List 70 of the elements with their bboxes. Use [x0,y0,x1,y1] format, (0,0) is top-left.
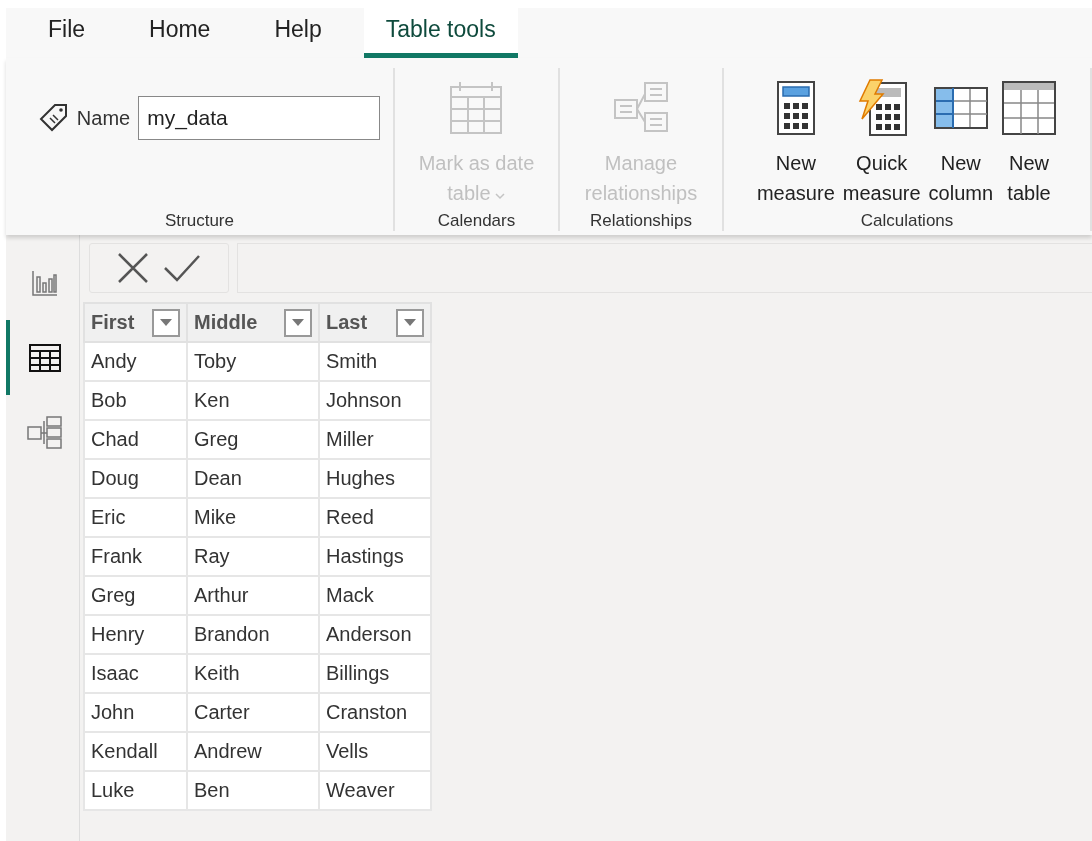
caret-icon [404,319,416,326]
model-icon [26,415,63,450]
table-cell: Ken [187,381,319,420]
table-cell: Anderson [319,615,431,654]
table-cell: Dean [187,459,319,498]
table-cell: Henry [84,615,187,654]
table-icon [28,343,61,372]
table-cell: Johnson [319,381,431,420]
table-cell: Keith [187,654,319,693]
ribbon-button[interactable]: Quick measure [840,78,923,208]
table-cell: Toby [187,342,319,381]
caret-icon [292,319,304,326]
table-cell: Vells [319,732,431,771]
tag-icon [38,103,69,133]
ribbon-tab[interactable]: Table tools [363,8,518,58]
column-icon [932,86,989,130]
table-cell: Mike [187,498,319,537]
table-cell: Greg [187,420,319,459]
close-icon[interactable] [117,252,149,284]
table-cell: Cranston [319,693,431,732]
filter-button[interactable] [152,308,180,337]
table-cell: Ray [187,537,319,576]
table-cell: Greg [84,576,187,615]
table-cell: Luke [84,771,187,810]
ribbon-button[interactable]: New table [999,78,1060,208]
table-cell: Ben [187,771,319,810]
table-cell: Carter [187,693,319,732]
calendar-icon [448,80,505,136]
chevron-down-icon [493,192,506,200]
name-field[interactable]: my_data [138,96,381,140]
group-label: Relationships [589,211,693,231]
table-cell: Kendall [84,732,187,771]
table-cell: Arthur [187,576,319,615]
table-cell: Doug [84,459,187,498]
ribbon-button[interactable]: New measure [754,78,837,208]
column-header[interactable]: First [84,303,187,342]
table-cell: Eric [84,498,187,537]
group-label: Structure [165,211,234,231]
bar-chart-icon [30,268,59,297]
table-cell: Hughes [319,459,431,498]
name-label: Name [76,106,131,130]
group-label: Calculations [860,211,954,231]
table-cell: Mack [319,576,431,615]
table-icon [1001,80,1058,136]
caret-icon [160,319,172,326]
table-cell: Brandon [187,615,319,654]
table-cell: Reed [319,498,431,537]
table-cell: John [84,693,187,732]
table-cell: Hastings [319,537,431,576]
table-cell: Bob [84,381,187,420]
table-cell: Frank [84,537,187,576]
filter-button[interactable] [396,308,424,337]
ribbon-button[interactable]: New column [926,78,996,208]
table-cell: Chad [84,420,187,459]
filter-button[interactable] [284,308,312,337]
group-label: Calendars [437,211,516,231]
table-cell: Miller [319,420,431,459]
table-cell: Weaver [319,771,431,810]
check-icon[interactable] [163,254,201,282]
table-cell: Smith [319,342,431,381]
column-header[interactable]: Last [319,303,431,342]
ribbon-tab[interactable]: File [26,8,108,58]
calculator-icon [775,80,816,136]
table-cell: Andrew [187,732,319,771]
table-cell: Billings [319,654,431,693]
ribbon-tab[interactable]: Help [252,8,344,58]
ribbon-tab[interactable]: Home [127,8,233,58]
table-cell: Andy [84,342,187,381]
column-header[interactable]: Middle [187,303,319,342]
table-cell: Isaac [84,654,187,693]
